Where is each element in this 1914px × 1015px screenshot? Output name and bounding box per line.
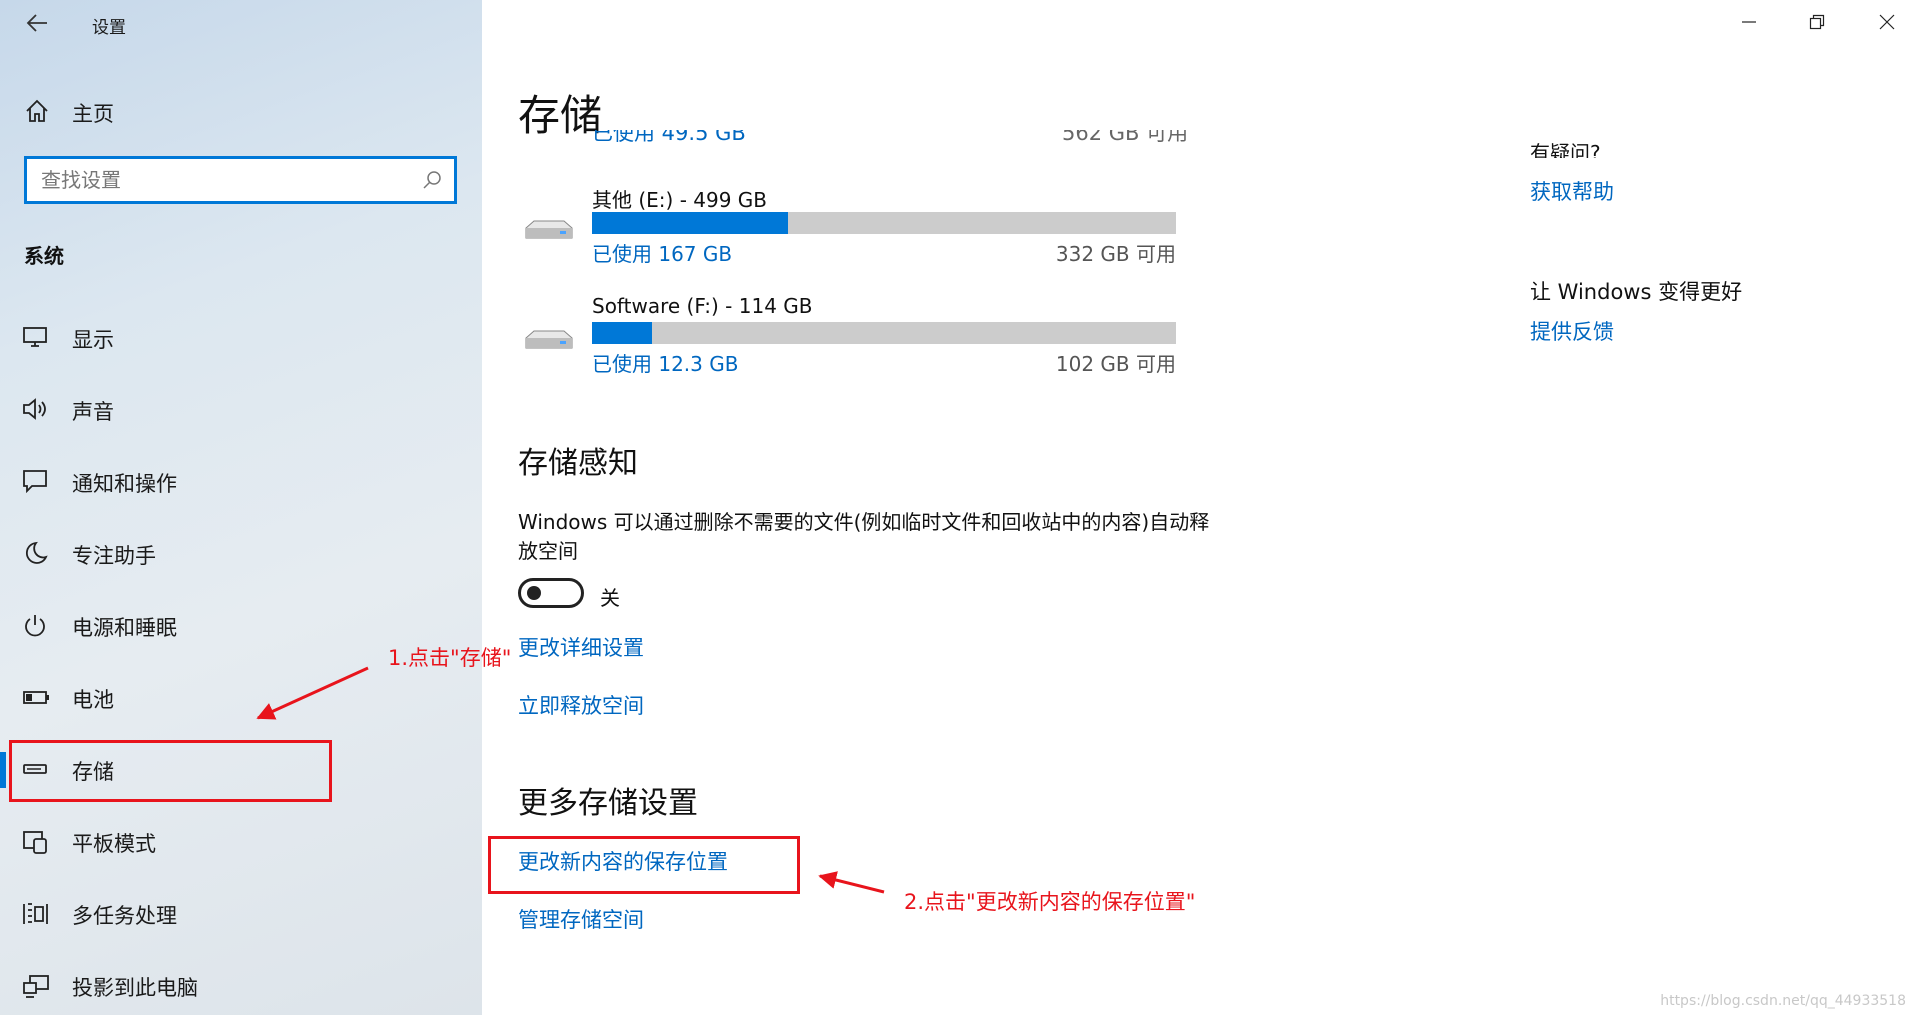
drive-name: Software (F:) - 114 GB (592, 294, 813, 318)
annotation-box-storage (9, 740, 332, 802)
sidebar-item-label: 显示 (72, 328, 114, 352)
toggle-knob (527, 586, 541, 600)
toggle-state-label: 关 (600, 586, 620, 610)
sidebar-item-label: 通知和操作 (72, 472, 177, 496)
restore-button[interactable] (1794, 8, 1840, 40)
battery-icon (22, 685, 50, 711)
app-title: 设置 (92, 18, 126, 38)
help-question-clipped: 有疑问? (1530, 118, 1770, 158)
sidebar-item-label: 电源和睡眠 (72, 616, 177, 640)
section-label: 系统 (24, 244, 64, 268)
sidebar-item-label: 专注助手 (72, 544, 156, 568)
sidebar-item-sound[interactable]: 声音 (0, 382, 482, 438)
sidebar-item-home[interactable]: 主页 (0, 90, 482, 132)
sidebar: 设置 主页 系统 显示 声音 通知和操作 专注助手 电源和睡眠 电池 (0, 0, 482, 1015)
storage-sense-heading: 存储感知 (518, 446, 638, 481)
sidebar-item-tablet-mode[interactable]: 平板模式 (0, 814, 482, 870)
minimize-button[interactable] (1726, 8, 1772, 40)
drive-free-clipped: 562 GB 可用 (1062, 130, 1189, 145)
hard-drive-icon (522, 214, 574, 248)
sidebar-item-label: 平板模式 (72, 832, 156, 856)
drive-name: 其他 (E:) - 499 GB (592, 188, 768, 212)
drive-usage-fill (592, 322, 653, 344)
watermark: https://blog.csdn.net/qq_44933518 (1660, 993, 1906, 1009)
sidebar-item-focus-assist[interactable]: 专注助手 (0, 526, 482, 582)
sidebar-item-display[interactable]: 显示 (0, 310, 482, 366)
improve-windows-text: 让 Windows 变得更好 (1530, 280, 1743, 304)
search-icon[interactable] (422, 170, 442, 190)
sidebar-titlebar: 设置 (0, 0, 482, 50)
sidebar-item-multitasking[interactable]: 多任务处理 (0, 886, 482, 942)
sidebar-item-label: 电池 (72, 688, 114, 712)
sidebar-item-project[interactable]: 投影到此电脑 (0, 958, 482, 1014)
close-icon (1879, 14, 1895, 34)
tablet-mode-icon (22, 829, 50, 855)
multitasking-icon (22, 901, 50, 927)
power-icon (22, 613, 50, 639)
give-feedback-link[interactable]: 提供反馈 (1530, 316, 1614, 346)
storage-sense-description: Windows 可以通过删除不需要的文件(例如临时文件和回收站中的内容)自动释放… (518, 510, 1210, 563)
restore-icon (1809, 14, 1825, 34)
help-question: 有疑问? (1530, 141, 1601, 158)
back-button[interactable] (22, 10, 52, 40)
close-button[interactable] (1864, 8, 1910, 40)
configure-storage-sense-link[interactable]: 更改详细设置 (518, 632, 644, 662)
manage-storage-spaces-link[interactable]: 管理存储空间 (518, 904, 644, 934)
search-box[interactable] (24, 156, 457, 204)
drive-used-clipped[interactable]: 已使用 49.5 GB (592, 130, 746, 146)
storage-sense-toggle[interactable] (518, 578, 584, 608)
moon-icon (22, 541, 50, 567)
get-help-link[interactable]: 获取帮助 (1530, 176, 1614, 206)
display-icon (22, 325, 50, 351)
sidebar-item-battery[interactable]: 电池 (0, 670, 482, 726)
search-input[interactable] (27, 161, 407, 199)
annotation-step2: 2.点击"更改新内容的保存位置" (904, 890, 1196, 914)
back-arrow-icon (26, 14, 48, 36)
drive-row-clipped: 已使用 49.5 GB 562 GB 可用 (592, 130, 1192, 146)
sidebar-item-notifications[interactable]: 通知和操作 (0, 454, 482, 510)
drive-usage-bar (592, 212, 1176, 234)
hard-drive-icon (522, 324, 574, 358)
annotation-step1: 1.点击"存储" (388, 646, 512, 670)
drive-item[interactable]: 其他 (E:) - 499 GB 已使用 167 GB 332 GB 可用 (522, 184, 1282, 274)
more-storage-heading: 更多存储设置 (518, 786, 698, 821)
free-up-space-link[interactable]: 立即释放空间 (518, 690, 644, 720)
home-icon (24, 98, 50, 124)
drive-usage-bar (592, 322, 1176, 344)
selection-indicator (0, 752, 6, 788)
drive-item[interactable]: Software (F:) - 114 GB 已使用 12.3 GB 102 G… (522, 294, 1282, 384)
sidebar-item-label: 投影到此电脑 (72, 976, 198, 1000)
sidebar-item-label: 声音 (72, 400, 114, 424)
drive-free-text: 102 GB 可用 (1055, 352, 1176, 376)
notification-icon (22, 469, 50, 495)
sidebar-item-label: 主页 (72, 102, 114, 126)
annotation-box-save-location (488, 836, 800, 894)
drive-used-link[interactable]: 已使用 12.3 GB (592, 348, 738, 377)
drive-free-text: 332 GB 可用 (1055, 242, 1176, 266)
drive-usage-fill (592, 212, 788, 234)
minimize-icon (1741, 14, 1757, 34)
drive-used-link[interactable]: 已使用 167 GB (592, 238, 732, 267)
project-icon (22, 973, 50, 999)
sidebar-item-label: 多任务处理 (72, 904, 177, 928)
page-title: 存储 (518, 91, 603, 140)
speaker-icon (22, 397, 50, 423)
